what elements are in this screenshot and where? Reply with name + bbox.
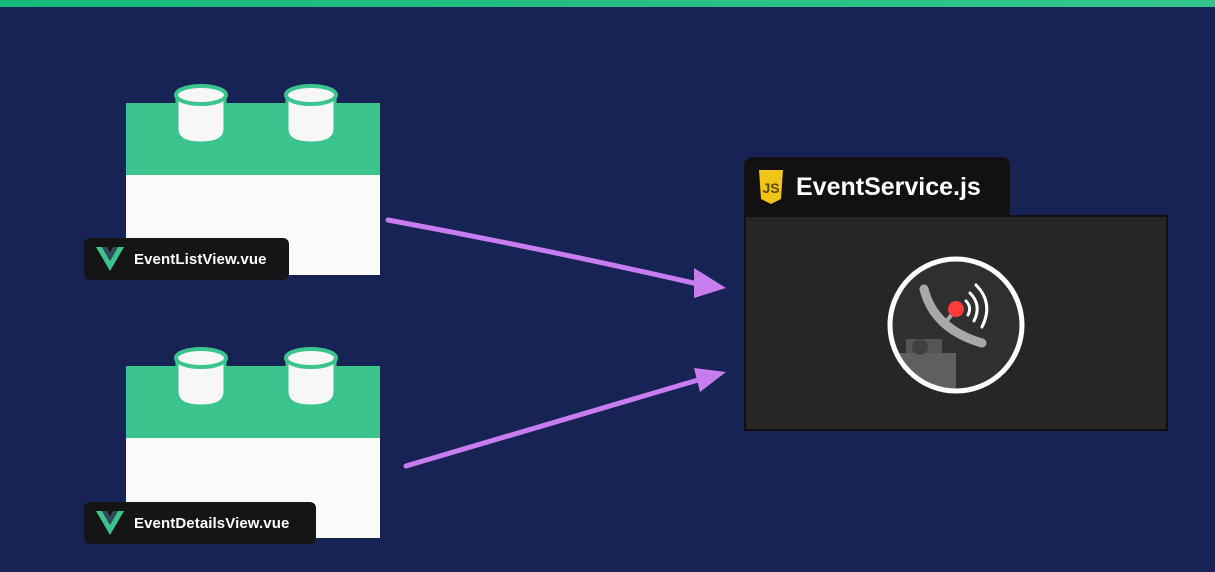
block-stud-icon [174, 84, 228, 145]
block-stud-icon [174, 347, 228, 408]
arrow-details-to-service [403, 377, 701, 469]
component-filename: EventDetailsView.vue [134, 514, 290, 532]
arrowhead-icon [694, 368, 726, 392]
component-label-event-details: EventDetailsView.vue [84, 502, 316, 544]
top-accent-bar [0, 0, 1215, 7]
block-stud-icon [284, 347, 338, 408]
service-filename: EventService.js [796, 172, 981, 201]
satellite-dish-icon [887, 256, 1025, 394]
vue-logo-icon [96, 511, 124, 535]
block-top [126, 366, 380, 438]
component-label-event-list: EventListView.vue [84, 238, 289, 280]
service-tab: JS EventService.js [744, 157, 1010, 217]
js-badge-icon: JS [759, 170, 783, 204]
arrowhead-icon [694, 268, 726, 298]
block-stud-icon [284, 84, 338, 145]
arrow-list-to-service [385, 217, 701, 287]
vue-logo-icon [96, 247, 124, 271]
block-top [126, 103, 380, 175]
js-badge-text: JS [762, 180, 779, 196]
component-filename: EventListView.vue [134, 250, 267, 268]
